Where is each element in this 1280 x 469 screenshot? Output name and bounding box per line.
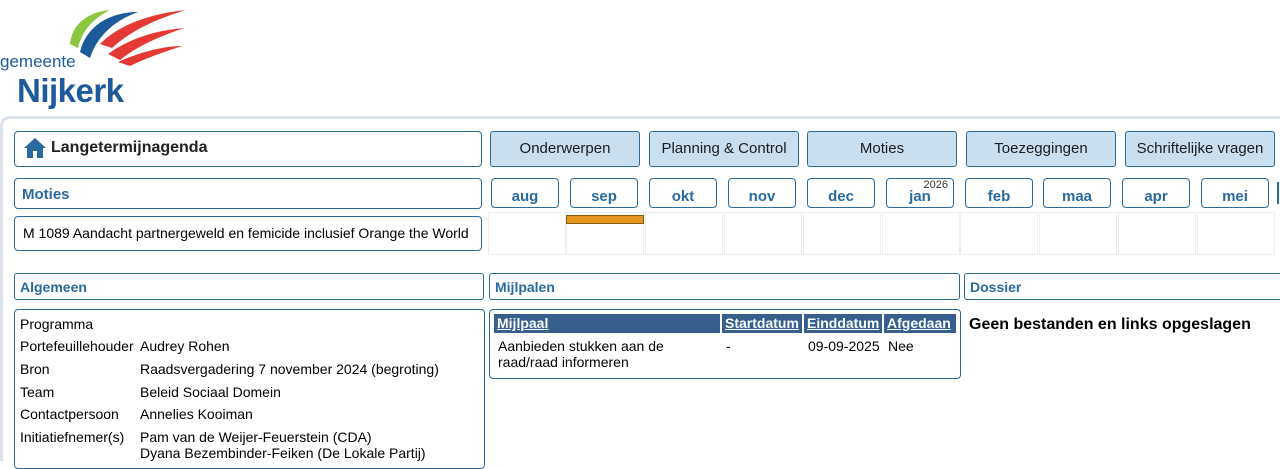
motie-item[interactable]: M 1089 Aandacht partnergeweld en femicid…	[14, 216, 482, 251]
timeline-bar[interactable]	[566, 215, 644, 224]
initiatiefnemer-value-1: Pam van de Weijer-Feuerstein (CDA)	[140, 429, 372, 445]
programma-label: Programma	[20, 316, 94, 332]
col-startdatum[interactable]: Startdatum	[722, 314, 802, 333]
month-sep[interactable]: sep	[570, 178, 638, 208]
section-algemeen: Algemeen	[14, 273, 484, 300]
list-heading: Moties	[22, 186, 70, 203]
portefeuillehouder-label: Portefeuillehouder	[20, 338, 134, 354]
section-dossier: Dossier	[964, 273, 1280, 300]
nav-planning-control-button[interactable]: Planning & Control	[649, 131, 799, 167]
nav-onderwerpen-button[interactable]: Onderwerpen	[490, 131, 640, 167]
col-afgedaan[interactable]: Afgedaan	[884, 314, 956, 333]
col-einddatum[interactable]: Einddatum	[804, 314, 882, 333]
initiatiefnemer-label: Initiatiefnemer(s)	[20, 429, 125, 445]
month-maa[interactable]: maa	[1043, 178, 1111, 208]
timeline-cell	[960, 212, 1038, 255]
logo-line1: gemeente	[0, 52, 76, 71]
month-aug[interactable]: aug	[491, 178, 559, 208]
einddatum-cell: 09-09-2025	[808, 338, 880, 354]
mijlpaal-cell-line2: raad/raad informeren	[498, 354, 629, 370]
nav-toezeggingen-button[interactable]: Toezeggingen	[966, 131, 1116, 167]
logo[interactable]: gemeente Nijkerk	[0, 0, 200, 112]
timeline-cell	[645, 212, 723, 255]
portefeuillehouder-value: Audrey Rohen	[140, 338, 230, 354]
month-nov[interactable]: nov	[728, 178, 796, 208]
timeline-cell	[803, 212, 881, 255]
month-okt[interactable]: okt	[649, 178, 717, 208]
startdatum-cell: -	[726, 338, 731, 354]
timeline-cell	[1118, 212, 1196, 255]
section-mijlpalen: Mijlpalen	[489, 273, 960, 300]
contactpersoon-label: Contactpersoon	[20, 406, 119, 422]
timeline-cell	[1039, 212, 1117, 255]
bron-value: Raadsvergadering 7 november 2024 (begrot…	[140, 361, 439, 377]
contactpersoon-value: Annelies Kooiman	[140, 406, 253, 422]
timeline-cell	[882, 212, 960, 255]
team-label: Team	[20, 384, 55, 400]
timeline-cell	[488, 212, 566, 255]
timeline-cell	[1197, 212, 1275, 255]
mijlpaal-cell-line1: Aanbieden stukken aan de	[498, 338, 664, 354]
page-title-box: Langetermijnagenda	[14, 131, 482, 167]
page-title: Langetermijnagenda	[51, 139, 208, 156]
month-next-edge	[1277, 182, 1279, 204]
timeline-cell	[724, 212, 802, 255]
initiatiefnemer-value-2: Dyana Bezembinder-Feiken (De Lokale Part…	[140, 445, 426, 461]
nav-moties-button[interactable]: Moties	[807, 131, 957, 167]
dossier-empty-text: Geen bestanden en links opgeslagen	[969, 316, 1251, 333]
motie-item-text: M 1089 Aandacht partnergeweld en femicid…	[23, 225, 469, 241]
logo-swoosh	[70, 10, 186, 66]
team-value: Beleid Sociaal Domein	[140, 384, 281, 400]
afgedaan-cell: Nee	[888, 338, 914, 354]
month-mei[interactable]: mei	[1201, 178, 1269, 208]
nav-schriftelijke-vragen-button[interactable]: Schriftelijke vragen	[1125, 131, 1275, 167]
month-jan[interactable]: 2026 jan	[886, 178, 954, 208]
logo-line2: Nijkerk	[17, 72, 124, 109]
month-apr[interactable]: apr	[1122, 178, 1190, 208]
bron-label: Bron	[20, 361, 50, 377]
list-heading-box: Moties	[14, 178, 482, 209]
month-dec[interactable]: dec	[807, 178, 875, 208]
month-feb[interactable]: feb	[965, 178, 1033, 208]
home-icon[interactable]	[23, 137, 47, 159]
col-mijlpaal[interactable]: Mijlpaal	[494, 314, 720, 333]
